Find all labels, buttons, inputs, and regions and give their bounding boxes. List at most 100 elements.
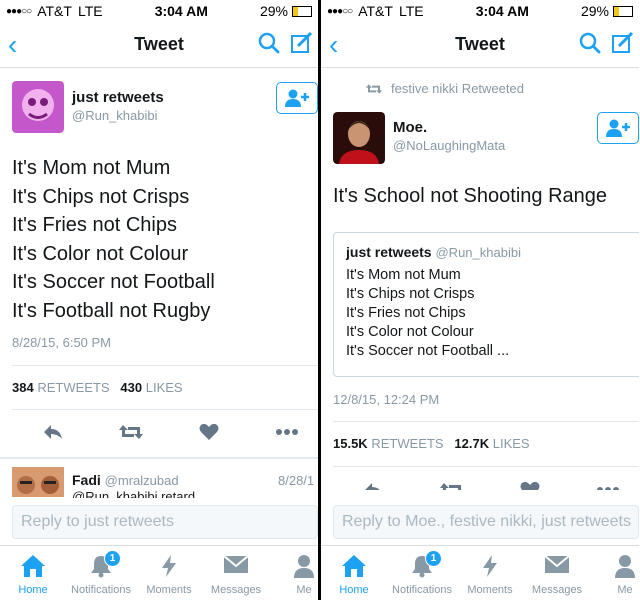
retweet-count: 384: [12, 380, 34, 395]
quoted-tweet[interactable]: just retweets @Run_khabibi It's Mom not …: [333, 232, 639, 377]
quoted-line: It's Mom not Mum: [346, 267, 461, 283]
lightning-icon: [162, 555, 176, 577]
tweet-line: It's Chips not Crisps: [12, 185, 190, 208]
more-action[interactable]: [272, 420, 302, 444]
back-chevron-icon[interactable]: ‹: [8, 29, 17, 61]
tab-label: Home: [339, 584, 369, 596]
battery-percent: 29%: [580, 3, 609, 19]
signal-icon: ●●●○○: [6, 5, 32, 17]
tweet-date: 12/8/15, 12:24 PM: [333, 392, 440, 407]
author-handle[interactable]: @NoLaughingMata: [393, 138, 505, 153]
search-icon[interactable]: [258, 32, 280, 54]
tab-label: Moments: [146, 584, 192, 596]
network: LTE: [398, 3, 424, 19]
add-user-icon: [606, 119, 630, 137]
tab-label: Home: [18, 584, 48, 596]
tab-label: Moments: [467, 584, 513, 596]
nav-bar: ‹ Tweet: [321, 22, 639, 68]
search-icon[interactable]: [579, 32, 601, 54]
retweeted-by[interactable]: festive nikki Retweeted: [365, 81, 524, 96]
author-name[interactable]: Moe.: [393, 119, 427, 136]
tweet-line: It's Football not Rugby: [12, 299, 211, 322]
tweet-date: 8/28/15, 6:50 PM: [12, 335, 112, 350]
quoted-line: It's Chips not Crisps: [346, 286, 475, 302]
more-dots-icon: [597, 487, 619, 490]
like-action[interactable]: [196, 420, 222, 444]
tab-moments[interactable]: Moments: [458, 546, 522, 600]
nav-bar: ‹ Tweet: [0, 22, 318, 68]
retweet-icon: [119, 425, 143, 439]
tweet-stats[interactable]: 384 RETWEETS 430 LIKES: [12, 380, 183, 395]
right-panel: ●●●○○ AT&T LTE 3:04 AM 29% ‹ Tweet festi…: [321, 0, 639, 600]
compose-icon[interactable]: [611, 32, 633, 54]
reply-action[interactable]: [361, 478, 387, 490]
follow-button[interactable]: [276, 82, 318, 114]
retweet-icon: [440, 483, 461, 490]
avatar[interactable]: [333, 112, 385, 164]
tab-label: Me: [296, 584, 312, 596]
tab-notifications[interactable]: 1 Notifications: [390, 546, 454, 600]
status-bar: ●●●○○ AT&T LTE 3:04 AM 29%: [321, 0, 639, 22]
lightning-icon: [483, 555, 497, 577]
follow-button[interactable]: [597, 112, 639, 144]
divider: [12, 409, 318, 410]
tweet-line: It's Soccer not Football: [12, 271, 215, 293]
tab-label: Messages: [531, 584, 583, 596]
heart-icon: [199, 423, 219, 440]
person-icon: [615, 555, 635, 578]
tab-messages[interactable]: Messages: [525, 546, 589, 600]
divider: [333, 466, 639, 467]
tab-label: Notifications: [71, 584, 131, 596]
reply-input[interactable]: Reply to Moe., festive nikki, just retwe…: [333, 505, 639, 539]
tab-notifications[interactable]: 1 Notifications: [69, 546, 133, 600]
reply-action[interactable]: [40, 420, 66, 444]
like-count: 12.7K: [454, 436, 490, 451]
more-action[interactable]: [593, 478, 623, 490]
avatar[interactable]: [12, 81, 64, 133]
network: LTE: [77, 3, 103, 19]
battery-percent: 29%: [259, 3, 288, 19]
more-dots-icon: [276, 429, 298, 435]
tweet-line: It's Fries not Chips: [12, 214, 177, 236]
divider: [0, 457, 318, 459]
retweet-count: 15.5K: [333, 436, 368, 451]
tab-label: Notifications: [392, 584, 452, 596]
home-icon: [342, 555, 366, 577]
author-handle[interactable]: @Run_khabibi: [72, 108, 157, 123]
battery-icon: [291, 5, 312, 17]
retweet-label: RETWEETS: [371, 436, 444, 451]
author-name[interactable]: just retweets: [72, 89, 164, 106]
retweeted-by-label: festive nikki Retweeted: [391, 81, 524, 96]
page-title: Tweet: [455, 34, 505, 54]
reply-input[interactable]: Reply to just retweets: [12, 505, 318, 539]
quoted-name: just retweets: [346, 244, 432, 260]
retweet-action[interactable]: [117, 420, 145, 444]
like-label: LIKES: [145, 380, 183, 395]
tab-messages[interactable]: Messages: [204, 546, 268, 600]
reply-avatar[interactable]: [12, 467, 64, 497]
reply-icon: [44, 425, 62, 439]
tab-home[interactable]: Home: [1, 546, 65, 600]
tab-me[interactable]: Me: [272, 546, 318, 600]
tab-me[interactable]: Me: [593, 546, 639, 600]
compose-icon[interactable]: [290, 32, 312, 54]
quoted-header: just retweets @Run_khabibi: [346, 244, 521, 260]
tab-label: Me: [617, 584, 633, 596]
tab-home[interactable]: Home: [322, 546, 386, 600]
retweet-label: RETWEETS: [37, 380, 110, 395]
status-time: 3:04 AM: [154, 3, 208, 19]
like-action[interactable]: [517, 478, 543, 490]
envelope-icon: [544, 555, 570, 573]
tab-moments[interactable]: Moments: [137, 546, 201, 600]
retweet-action[interactable]: [438, 478, 466, 490]
notification-badge: 1: [104, 550, 121, 567]
retweet-icon: [366, 83, 382, 94]
tweet-stats[interactable]: 15.5K RETWEETS 12.7K LIKES: [333, 436, 530, 451]
add-user-icon: [285, 89, 309, 107]
notification-badge: 1: [425, 550, 442, 567]
reply-handle[interactable]: @mralzubad: [105, 473, 179, 488]
reply-name[interactable]: Fadi: [72, 472, 101, 488]
quoted-line: It's Color not Colour: [346, 324, 474, 340]
reply-preview: @Run_khabibi retard: [72, 489, 196, 498]
back-chevron-icon[interactable]: ‹: [329, 29, 338, 61]
